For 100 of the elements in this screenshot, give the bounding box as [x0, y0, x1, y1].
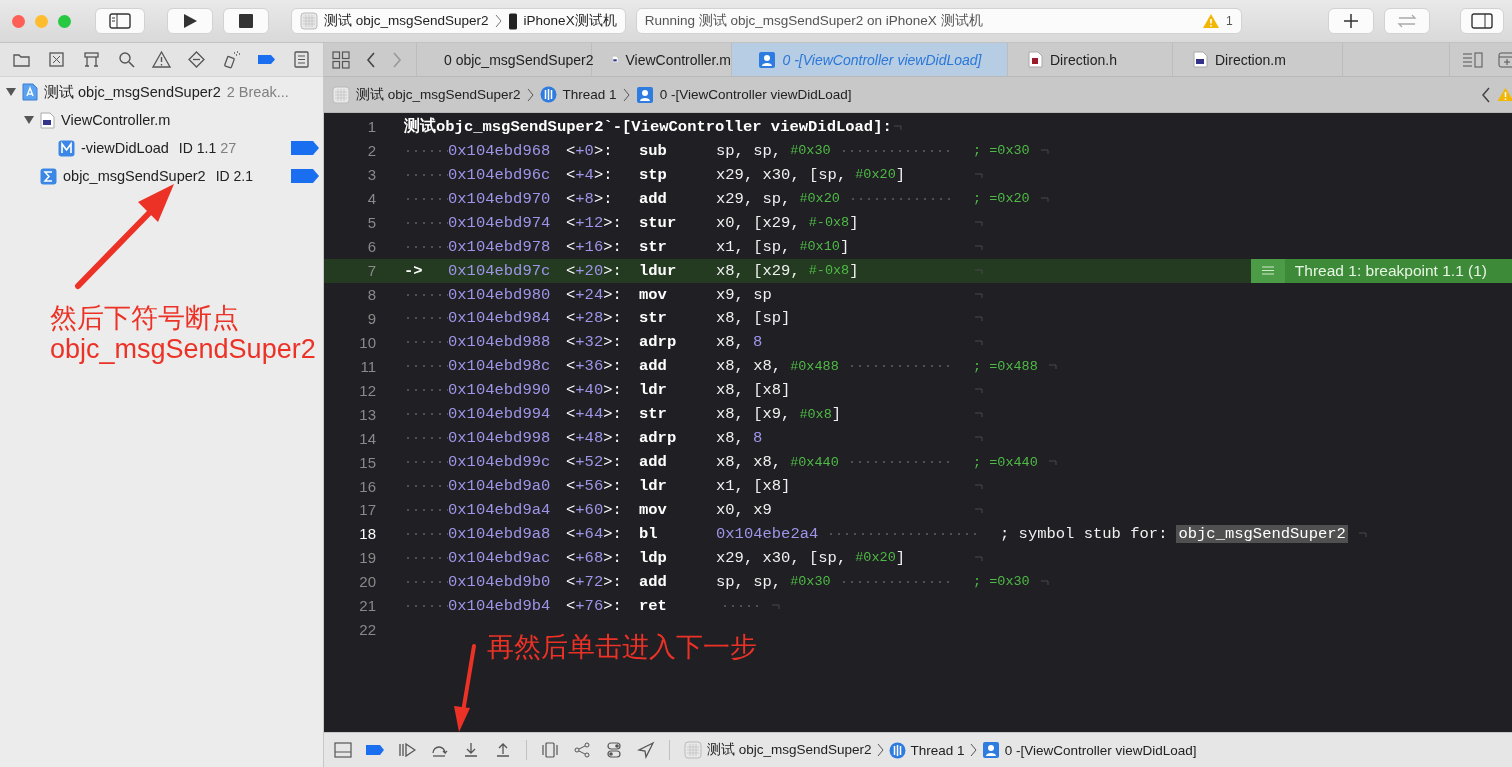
instruction-offset: <+36>:: [566, 357, 623, 376]
line-number: 15: [358, 453, 376, 471]
instruction-comment: ; =0x488: [973, 358, 1038, 374]
breakpoint-detail: ID 1.1: [178, 140, 217, 156]
operand: #0x30: [790, 574, 831, 590]
line-number: 16: [358, 477, 376, 495]
breakpoint-flag-icon[interactable]: [291, 169, 319, 183]
scheme-selector[interactable]: 测试 objc_msgSendSuper2 iPhoneX测试机: [291, 8, 626, 34]
instruction-mnemonic: ldr: [639, 477, 668, 496]
chevron-icon: [526, 87, 534, 102]
disclosure-triangle[interactable]: [24, 115, 34, 125]
disclosure-triangle[interactable]: [6, 87, 16, 97]
breakpoint-label[interactable]: -viewDidLoad: [81, 140, 169, 156]
return-mark-icon: [975, 313, 983, 324]
editor-tab[interactable]: 0 objc_msgSendSuper2: [417, 43, 592, 76]
location-icon[interactable]: [637, 741, 655, 759]
menu-icon[interactable]: [1261, 266, 1274, 276]
environment-toggle-icon[interactable]: [605, 741, 623, 759]
operand: x8, [sp]: [716, 309, 791, 328]
previous-issue-button[interactable]: [1481, 86, 1491, 103]
breadcrumb-item[interactable]: 测试 objc_msgSendSuper2: [707, 741, 872, 759]
chevron-icon: [969, 743, 977, 757]
step-out-icon[interactable]: [494, 741, 512, 759]
step-into-icon[interactable]: [462, 741, 480, 759]
line-number: 6: [366, 238, 376, 256]
instruction-comment: ; =0x440: [973, 454, 1038, 470]
operand: x29, x30, [sp,: [716, 548, 847, 567]
tree-item-label[interactable]: 测试 objc_msgSendSuper2: [44, 82, 221, 102]
annotation-text: 然后下符号断点 objc_msgSendSuper2: [50, 303, 316, 365]
run-button[interactable]: [167, 8, 213, 34]
instruction-mnemonic: sub: [639, 141, 668, 160]
stop-button[interactable]: [223, 8, 269, 34]
memory-graph-icon[interactable]: [573, 741, 591, 759]
instruction-mnemonic: stur: [639, 213, 678, 232]
tree-item-label[interactable]: ViewController.m: [61, 112, 171, 128]
operand: #0x10: [799, 239, 840, 255]
plus-icon: [1343, 13, 1359, 29]
program-counter-arrow: ->: [404, 261, 424, 280]
sidebar-toggle-button[interactable]: [95, 8, 145, 34]
operand: #0x440: [790, 454, 839, 470]
instruction-address: 0x104ebd968: [448, 141, 552, 160]
person-frame-icon: [981, 741, 1000, 759]
operand: sp, sp,: [716, 141, 782, 160]
thread-icon: [888, 741, 906, 759]
instruction-offset: <+72>:: [566, 572, 623, 591]
grid-icon[interactable]: [332, 50, 350, 69]
editor-tab[interactable]: Direction.m: [1173, 43, 1343, 76]
line-number: 1: [366, 118, 376, 136]
app-icon: [300, 12, 318, 30]
scheme-name[interactable]: 测试 objc_msgSendSuper2: [324, 12, 489, 30]
operand: 8: [752, 429, 763, 448]
console-toggle-icon[interactable]: [334, 741, 352, 759]
operand: x8, x8,: [716, 357, 782, 376]
add-button[interactable]: [1328, 8, 1374, 34]
person-frame-icon: [635, 85, 654, 104]
breakpoint-detail: ID 2.1: [215, 168, 254, 184]
return-mark-icon: [975, 337, 983, 348]
warning-icon: [1201, 13, 1220, 29]
back-button[interactable]: [366, 51, 376, 68]
inspector-toggle-button[interactable]: [1460, 8, 1504, 34]
operand: #0x8: [799, 406, 832, 422]
breadcrumb-item[interactable]: 0 -[ViewController viewDidLoad]: [1004, 742, 1197, 758]
instruction-address: 0x104ebd984: [448, 309, 552, 328]
breadcrumb-item[interactable]: 0 -[ViewController viewDidLoad]: [659, 87, 852, 102]
instruction-address: 0x104ebd9ac: [448, 548, 552, 567]
cross-box-icon[interactable]: [47, 50, 66, 69]
breakpoint-label[interactable]: objc_msgSendSuper2: [63, 168, 206, 184]
breakpoint-flag-icon[interactable]: [291, 141, 319, 155]
breadcrumb-item[interactable]: 测试 objc_msgSendSuper2: [356, 85, 521, 104]
add-editor-icon[interactable]: [1498, 51, 1512, 68]
play-icon: [182, 13, 198, 29]
diamond-icon[interactable]: [187, 50, 206, 69]
device-name[interactable]: iPhoneX测试机: [523, 12, 617, 30]
breadcrumb-item[interactable]: Thread 1: [562, 87, 617, 102]
hierarchy-icon[interactable]: [82, 50, 101, 69]
breadcrumb-item[interactable]: Thread 1: [910, 742, 965, 758]
line-number: 27: [220, 140, 237, 156]
breakpoint-detail: 2 Break...: [226, 84, 289, 100]
editor-tab[interactable]: Direction.h: [1008, 43, 1173, 76]
operand: sp, sp,: [716, 572, 782, 591]
instruction-mnemonic: stp: [639, 165, 668, 184]
instruction-address: 0x104ebd9a0: [448, 477, 552, 496]
continue-icon[interactable]: [398, 741, 416, 759]
function-header: 测试objc_msgSendSuper2`-[ViewController viewDidLoad]:: [404, 116, 892, 138]
list-icon[interactable]: [292, 50, 311, 69]
instruction-address: 0x104ebd9b4: [448, 596, 552, 615]
instruction-address: 0x104ebd98c: [448, 357, 552, 376]
instruction-offset: <+60>:: [566, 500, 623, 519]
operand: x8,: [716, 333, 744, 352]
instruction-address: 0x104ebd998: [448, 429, 552, 448]
operand: x8, x8,: [716, 453, 782, 472]
instruction-mnemonic: ldp: [639, 548, 668, 567]
operand: 8: [752, 333, 763, 352]
spray-icon[interactable]: [222, 50, 241, 69]
search-icon[interactable]: [117, 50, 136, 69]
warning-icon[interactable]: [152, 50, 171, 69]
line-number: 10: [358, 333, 376, 351]
chevron-icon: [622, 87, 630, 102]
view-hierarchy-icon[interactable]: [541, 741, 559, 759]
instruction-mnemonic: str: [639, 237, 668, 256]
